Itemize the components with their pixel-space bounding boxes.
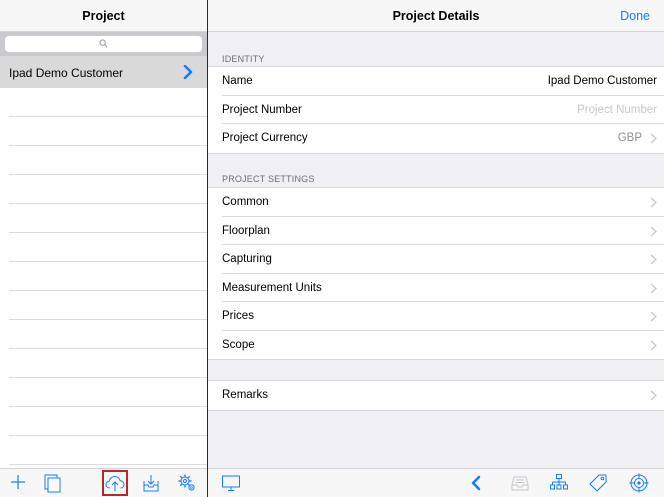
settings-gears-icon[interactable]: [177, 473, 197, 493]
setting-label: Common: [222, 196, 269, 208]
list-item[interactable]: Ipad Demo Customer: [0, 56, 207, 88]
disclosure-chevron-icon: [650, 311, 657, 322]
setting-label: Measurement Units: [222, 281, 322, 294]
empty-list-row: [9, 262, 207, 291]
project-list-navbar: Project: [0, 0, 207, 32]
monitor-icon[interactable]: [221, 473, 241, 493]
page-title: Project Details: [392, 9, 480, 23]
empty-list-row: [9, 349, 207, 378]
remarks-cell[interactable]: Remarks: [222, 381, 664, 410]
identity-group: Name Ipad Demo Customer Project Number P…: [208, 66, 664, 154]
empty-list-row: [9, 117, 207, 146]
setting-label: Prices: [222, 310, 254, 322]
details-navbar: Project Details Done: [208, 0, 664, 32]
disclosure-chevron-icon: [650, 197, 657, 208]
name-label: Name: [222, 75, 253, 87]
project-number-label: Project Number: [222, 103, 302, 116]
project-name: Ipad Demo Customer: [9, 66, 124, 80]
setting-label: Floorplan: [222, 224, 270, 237]
download-tray-icon[interactable]: [141, 473, 161, 493]
setting-cell[interactable]: Measurement Units: [222, 274, 664, 302]
project-settings-section-header: PROJECT SETTINGS: [222, 174, 315, 184]
project-list-toolbar: [0, 468, 207, 497]
disclosure-chevron-icon: [650, 390, 657, 401]
project-list: Ipad Demo Customer: [0, 56, 207, 494]
empty-list-row: [9, 407, 207, 436]
empty-list-row: [9, 146, 207, 175]
tag-icon[interactable]: [588, 473, 608, 493]
project-currency-cell[interactable]: Project Currency GBP: [222, 124, 664, 153]
done-button[interactable]: Done: [620, 9, 650, 23]
remarks-label: Remarks: [222, 389, 269, 401]
project-settings-group: Common Floorplan Capturing Measurement Unit…: [208, 187, 664, 360]
disclosure-chevron-icon: [650, 254, 657, 265]
project-list-pane: Project Ipad Demo Customer: [0, 0, 207, 497]
search-icon: [99, 39, 108, 48]
empty-list-row: [9, 378, 207, 407]
setting-cell[interactable]: Common: [222, 188, 664, 217]
empty-list-row: [9, 320, 207, 349]
setting-cell[interactable]: Prices: [222, 302, 664, 331]
chevron-right-icon: [183, 65, 193, 79]
empty-list-row: [9, 175, 207, 204]
target-icon[interactable]: [629, 473, 649, 493]
setting-label: Scope: [222, 338, 255, 351]
back-chevron-icon[interactable]: [470, 475, 482, 491]
project-number-cell[interactable]: Project Number Project Number: [222, 96, 664, 124]
name-value[interactable]: Ipad Demo Customer: [548, 75, 657, 87]
plus-icon[interactable]: [9, 473, 27, 491]
copy-icon[interactable]: [43, 473, 63, 493]
remarks-group: Remarks: [208, 380, 664, 411]
identity-section-header: IDENTITY: [222, 54, 265, 64]
name-cell[interactable]: Name Ipad Demo Customer: [222, 67, 664, 96]
empty-list-row: [9, 291, 207, 320]
empty-list-row: [9, 436, 207, 465]
project-currency-label: Project Currency: [222, 132, 308, 144]
tray-icon: [511, 476, 529, 491]
hierarchy-icon[interactable]: [549, 473, 569, 493]
disclosure-chevron-icon: [650, 340, 657, 350]
search-bar: [0, 32, 207, 56]
setting-label: Capturing: [222, 253, 272, 265]
project-number-field[interactable]: Project Number: [577, 104, 657, 116]
project-list-title: Project: [82, 9, 125, 23]
setting-cell[interactable]: Scope: [222, 331, 664, 360]
empty-list-row: [9, 204, 207, 233]
disclosure-chevron-icon: [650, 226, 657, 236]
empty-list-row: [9, 88, 207, 117]
setting-cell[interactable]: Floorplan: [222, 217, 664, 245]
search-input[interactable]: [5, 36, 202, 52]
cloud-upload-icon[interactable]: [105, 473, 125, 493]
project-currency-value: GBP: [617, 132, 642, 144]
setting-cell[interactable]: Capturing: [222, 245, 664, 274]
project-details-pane: Project Details Done IDENTITY Name Ipad …: [208, 0, 664, 497]
disclosure-chevron-icon: [650, 283, 657, 293]
details-toolbar: [208, 468, 664, 497]
empty-list-row: [9, 233, 207, 262]
disclosure-chevron-icon: [650, 133, 657, 144]
